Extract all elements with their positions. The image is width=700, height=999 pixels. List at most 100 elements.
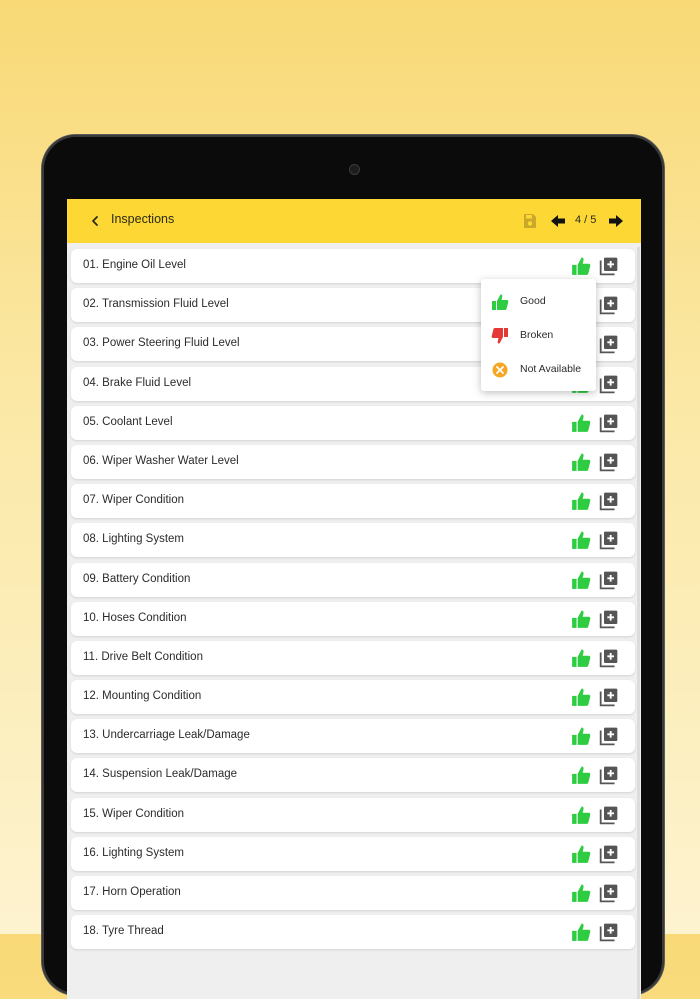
status-good-button[interactable] <box>571 922 591 942</box>
add-photo-icon <box>599 375 618 393</box>
thumbs-up-icon <box>572 257 591 275</box>
add-photo-button[interactable] <box>599 570 619 590</box>
popup-option-label: Not Available <box>520 363 582 375</box>
page-indicator: 4 / 5 <box>575 214 597 226</box>
inspection-item-label: 05. Coolant Level <box>83 415 173 428</box>
inspection-item-label: 01. Engine Oil Level <box>83 259 186 271</box>
inspection-row[interactable]: 14. Suspension Leak/Damage <box>71 758 635 793</box>
status-good-button[interactable] <box>571 413 591 433</box>
status-good-button[interactable] <box>571 609 591 629</box>
add-photo-icon <box>599 492 618 511</box>
inspection-item-label: 15. Wiper Condition <box>83 807 184 820</box>
popup-option-broken[interactable]: Broken <box>481 319 596 353</box>
add-photo-button[interactable] <box>599 844 619 864</box>
status-good-button[interactable] <box>571 452 591 472</box>
add-photo-icon <box>599 806 618 824</box>
status-good-button[interactable] <box>571 648 591 668</box>
inspection-row[interactable]: 06. Wiper Washer Water Level <box>71 444 635 479</box>
inspection-item-label: 09. Battery Condition <box>83 572 191 585</box>
inspection-row[interactable]: 18. Tyre Thread <box>71 915 635 950</box>
inspection-item-label: 16. Lighting System <box>83 846 185 859</box>
thumbs-up-icon <box>572 806 591 824</box>
inspection-item-label: 06. Wiper Washer Water Level <box>83 454 239 467</box>
thumbs-up-icon <box>572 727 591 746</box>
inspection-item-label: 12. Mounting Condition <box>83 690 202 703</box>
scrollbar[interactable] <box>637 247 640 999</box>
popup-option-label: Broken <box>520 329 554 341</box>
inspection-row[interactable]: 10. Hoses Condition <box>71 601 635 636</box>
thumbs-down-icon <box>491 328 508 344</box>
add-photo-button[interactable] <box>599 883 619 903</box>
add-photo-button[interactable] <box>599 609 619 629</box>
inspection-row[interactable]: 07. Wiper Condition <box>71 484 635 519</box>
chevron-left-icon <box>92 216 98 226</box>
status-good-button[interactable] <box>571 687 591 707</box>
status-good-button[interactable] <box>571 844 591 864</box>
add-photo-icon <box>599 845 618 864</box>
add-photo-button[interactable] <box>599 413 619 433</box>
add-photo-icon <box>599 767 618 785</box>
inspection-item-label: 03. Power Steering Fluid Level <box>83 337 240 350</box>
add-photo-button[interactable] <box>599 726 619 746</box>
close-circle-icon <box>492 362 508 378</box>
add-photo-icon <box>599 884 618 903</box>
page-title: Inspections <box>111 212 175 226</box>
thumbs-up-icon <box>572 688 591 706</box>
add-photo-icon <box>599 257 618 276</box>
add-photo-icon <box>599 649 618 668</box>
add-photo-button[interactable] <box>599 922 619 942</box>
inspection-row[interactable]: 08. Lighting System <box>71 523 635 558</box>
status-good-button[interactable] <box>571 570 591 590</box>
popup-option-label: Good <box>520 295 546 307</box>
add-photo-button[interactable] <box>599 256 619 276</box>
add-photo-button[interactable] <box>599 452 619 472</box>
inspection-row[interactable]: 12. Mounting Condition <box>71 680 635 715</box>
popup-option-good[interactable]: Good <box>481 285 596 319</box>
add-photo-icon <box>599 571 618 589</box>
add-photo-button[interactable] <box>599 295 619 315</box>
arrow-right-icon <box>609 215 623 227</box>
inspection-row[interactable]: 13. Undercarriage Leak/Damage <box>71 719 635 754</box>
thumbs-up-icon <box>572 571 591 589</box>
status-good-button[interactable] <box>571 883 591 903</box>
status-good-button[interactable] <box>571 530 591 550</box>
add-photo-button[interactable] <box>599 805 619 825</box>
back-button[interactable] <box>83 209 107 233</box>
status-good-button[interactable] <box>571 491 591 511</box>
status-good-button[interactable] <box>571 805 591 825</box>
add-photo-icon <box>599 414 618 432</box>
add-photo-button[interactable] <box>599 374 619 394</box>
thumbs-up-icon <box>572 531 591 550</box>
status-good-button[interactable] <box>571 256 591 276</box>
previous-button[interactable] <box>549 212 567 230</box>
next-button[interactable] <box>607 212 625 230</box>
inspection-row[interactable]: 09. Battery Condition <box>71 562 635 597</box>
inspection-row[interactable]: 11. Drive Belt Condition <box>71 640 635 675</box>
inspection-row[interactable]: 15. Wiper Condition <box>71 797 635 832</box>
add-photo-button[interactable] <box>599 648 619 668</box>
inspection-item-label: 07. Wiper Condition <box>83 494 184 507</box>
thumbs-up-icon <box>572 492 591 511</box>
thumbs-up-icon <box>572 453 591 471</box>
thumbs-up-icon <box>572 767 591 785</box>
status-good-button[interactable] <box>571 726 591 746</box>
add-photo-icon <box>599 453 618 472</box>
inspection-row[interactable]: 01. Engine Oil Level <box>71 249 635 283</box>
status-good-button[interactable] <box>571 765 591 785</box>
popup-option-not-available[interactable]: Not Available <box>481 353 596 387</box>
thumbs-up-icon <box>572 610 591 628</box>
add-photo-button[interactable] <box>599 765 619 785</box>
inspection-row[interactable]: 16. Lighting System <box>71 836 635 871</box>
inspection-row[interactable]: 05. Coolant Level <box>71 405 635 440</box>
save-button[interactable] <box>521 212 539 230</box>
inspection-item-label: 18. Tyre Thread <box>83 925 164 938</box>
add-photo-button[interactable] <box>599 687 619 707</box>
camera <box>349 164 360 175</box>
thumbs-up-icon <box>572 414 591 432</box>
inspection-item-label: 08. Lighting System <box>83 533 185 546</box>
add-photo-button[interactable] <box>599 334 619 354</box>
inspection-row[interactable]: 17. Horn Operation <box>71 876 635 910</box>
inspection-item-label: 13. Undercarriage Leak/Damage <box>83 729 250 742</box>
add-photo-button[interactable] <box>599 530 619 550</box>
add-photo-button[interactable] <box>599 491 619 511</box>
